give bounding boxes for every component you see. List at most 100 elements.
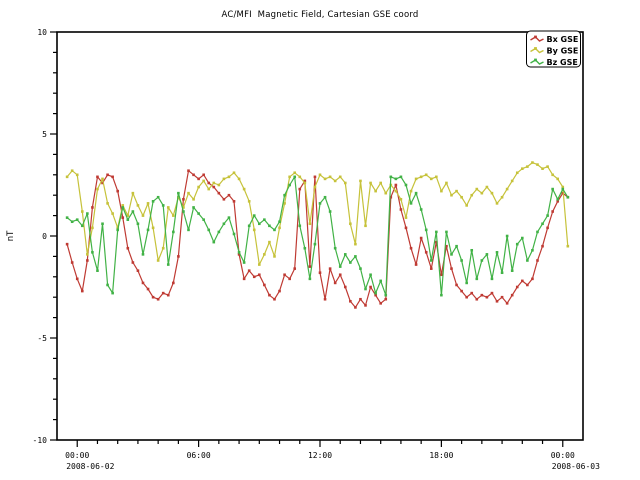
series-marker-bz bbox=[223, 222, 226, 225]
series-marker-bx bbox=[298, 188, 301, 191]
series-marker-by bbox=[278, 227, 281, 230]
series-marker-by bbox=[71, 169, 74, 172]
series-marker-bx bbox=[182, 198, 185, 201]
series-marker-bz bbox=[106, 284, 109, 287]
series-marker-by bbox=[248, 200, 251, 203]
series-marker-by bbox=[541, 167, 544, 170]
series-marker-by bbox=[263, 253, 266, 256]
series-marker-bz bbox=[435, 231, 438, 234]
series-marker-bx bbox=[111, 176, 114, 179]
series-marker-bz bbox=[339, 265, 342, 268]
y-tick-label: 10 bbox=[37, 28, 47, 37]
series-marker-bx bbox=[475, 298, 478, 301]
series-marker-by bbox=[359, 180, 362, 183]
series-marker-bx bbox=[283, 273, 286, 276]
series-marker-bx bbox=[152, 296, 155, 299]
series-marker-by bbox=[329, 176, 332, 179]
series-marker-bz bbox=[76, 218, 79, 221]
series-marker-bz bbox=[228, 216, 231, 219]
series-marker-bz bbox=[465, 282, 468, 285]
series-marker-by bbox=[445, 182, 448, 185]
series-marker-by bbox=[258, 263, 261, 266]
series-marker-bx bbox=[96, 176, 99, 179]
series-marker-bz bbox=[96, 269, 99, 272]
series-marker-by bbox=[268, 241, 271, 244]
series-marker-by bbox=[364, 225, 367, 228]
series-marker-bz bbox=[349, 261, 352, 264]
series-marker-by bbox=[334, 180, 337, 183]
series-marker-bx bbox=[501, 296, 504, 299]
series-marker-bz bbox=[293, 176, 296, 179]
series-marker-by bbox=[142, 214, 145, 217]
series-marker-bz bbox=[521, 237, 524, 240]
series-marker-bz bbox=[475, 278, 478, 281]
series-marker-bx bbox=[177, 255, 180, 258]
series-marker-bz bbox=[567, 196, 570, 199]
series-marker-bz bbox=[561, 188, 564, 191]
series-marker-bz bbox=[430, 259, 433, 262]
series-marker-by bbox=[91, 227, 94, 230]
series-marker-by bbox=[106, 202, 109, 205]
series-marker-bz bbox=[516, 243, 519, 246]
series-marker-bz bbox=[405, 184, 408, 187]
series-marker-bx bbox=[187, 169, 190, 172]
series-marker-by bbox=[319, 174, 322, 177]
series-marker-bz bbox=[86, 212, 89, 215]
series-marker-bz bbox=[395, 178, 398, 181]
series-line-bx bbox=[67, 171, 568, 308]
series-marker-bx bbox=[546, 227, 549, 230]
series-marker-bx bbox=[288, 278, 291, 281]
series-marker-by bbox=[511, 180, 514, 183]
series-marker-bz bbox=[172, 231, 175, 234]
series-marker-bx bbox=[395, 184, 398, 187]
series-marker-bz bbox=[470, 249, 473, 252]
series-marker-bz bbox=[66, 216, 69, 219]
series-marker-by bbox=[567, 245, 570, 248]
series-marker-bz bbox=[556, 198, 559, 201]
series-marker-bx bbox=[324, 298, 327, 301]
series-marker-bz bbox=[354, 255, 357, 258]
series-marker-bz bbox=[491, 278, 494, 281]
series-marker-by bbox=[76, 174, 79, 177]
series-marker-bx bbox=[410, 247, 413, 250]
series-marker-by bbox=[400, 198, 403, 201]
series-marker-bz bbox=[526, 259, 529, 262]
series-marker-bz bbox=[127, 218, 130, 221]
y-tick-label: 5 bbox=[42, 130, 47, 139]
series-marker-bz bbox=[121, 206, 124, 209]
series-marker-by bbox=[304, 182, 307, 185]
series-marker-bz bbox=[253, 214, 256, 217]
series-marker-by bbox=[228, 176, 231, 179]
series-marker-bx bbox=[379, 302, 382, 305]
series-marker-bx bbox=[192, 174, 195, 177]
series-marker-bx bbox=[127, 247, 130, 250]
series-marker-by bbox=[460, 196, 463, 199]
plot-canvas: 1050-5-1000:002008-06-0206:0012:0018:000… bbox=[0, 0, 640, 480]
series-marker-bx bbox=[455, 284, 458, 287]
series-marker-by bbox=[526, 165, 529, 168]
series-marker-bz bbox=[364, 288, 367, 291]
series-marker-by bbox=[556, 178, 559, 181]
series-marker-by bbox=[81, 210, 84, 213]
series-marker-bz bbox=[182, 210, 185, 213]
series-marker-bz bbox=[283, 194, 286, 197]
series-marker-bz bbox=[243, 261, 246, 264]
series-marker-by bbox=[536, 163, 539, 166]
series-marker-by bbox=[132, 192, 135, 195]
series-marker-bz bbox=[91, 251, 94, 254]
series-marker-bx bbox=[273, 298, 276, 301]
legend-label: By GSE bbox=[547, 47, 579, 56]
series-marker-by bbox=[157, 259, 160, 262]
series-marker-bz bbox=[324, 196, 327, 199]
series-marker-bz bbox=[334, 247, 337, 250]
series-marker-bz bbox=[536, 231, 539, 234]
series-marker-bz bbox=[501, 271, 504, 274]
legend-label: Bz GSE bbox=[547, 58, 578, 67]
series-marker-bz bbox=[319, 202, 322, 205]
series-marker-bz bbox=[304, 247, 307, 250]
series-marker-bz bbox=[207, 229, 210, 232]
series-marker-bx bbox=[132, 261, 135, 264]
series-marker-bx bbox=[319, 271, 322, 274]
series-marker-bz bbox=[445, 231, 448, 234]
series-marker-bx bbox=[218, 192, 221, 195]
